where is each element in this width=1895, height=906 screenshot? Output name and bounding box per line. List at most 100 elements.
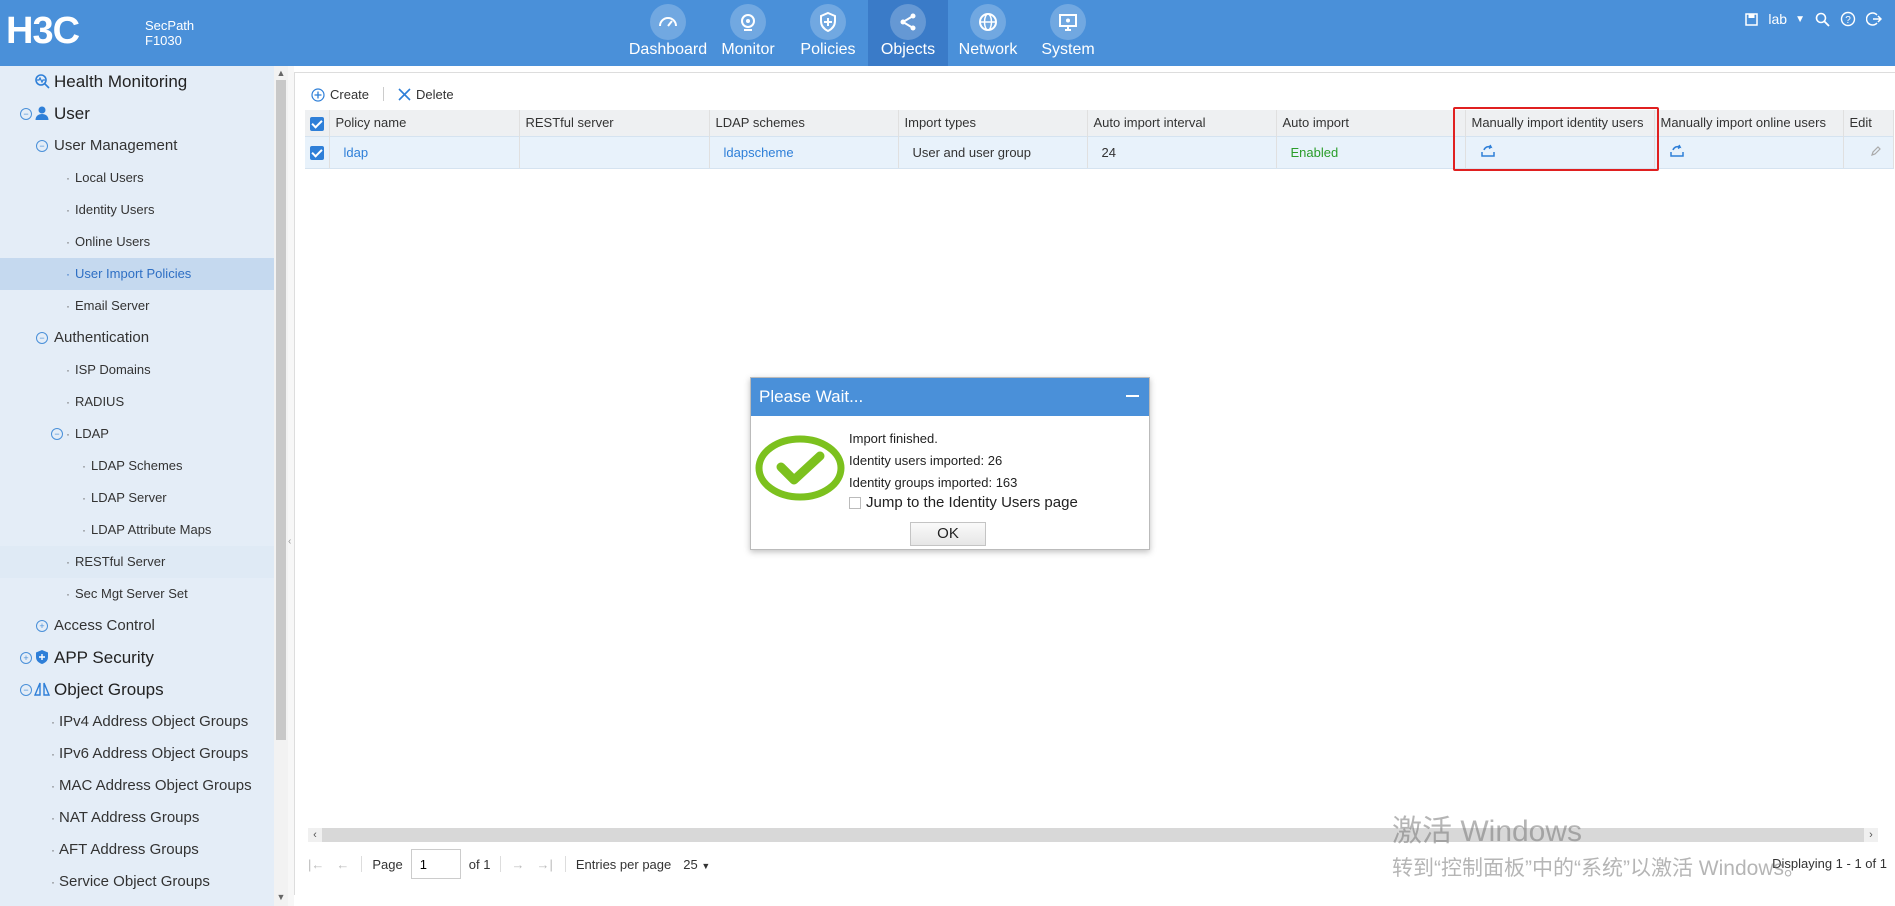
- search-icon[interactable]: [1813, 10, 1831, 28]
- col-auto-import-interval[interactable]: Auto import interval: [1087, 110, 1277, 136]
- sidebar-item-label: Access Control: [54, 617, 155, 634]
- col-import-types[interactable]: Import types: [898, 110, 1088, 136]
- col-manual-import-online[interactable]: Manually import online users: [1654, 110, 1844, 136]
- sidebar-item-ipv4-address-object-groups[interactable]: · IPv4 Address Object Groups: [0, 706, 274, 738]
- nav-system[interactable]: System: [1028, 0, 1108, 66]
- select-all-checkbox[interactable]: [305, 110, 330, 136]
- edit-button[interactable]: [1843, 135, 1894, 169]
- sidebar-item-email-server[interactable]: · Email Server: [0, 290, 274, 322]
- sidebar-scrollbar[interactable]: ▲ ▼: [274, 66, 288, 906]
- chevron-down-icon[interactable]: ▼: [1795, 14, 1805, 25]
- objects-icon: [900, 13, 916, 31]
- sidebar-item-nat-address-groups[interactable]: · NAT Address Groups: [0, 802, 274, 834]
- jump-to-identity-users-checkbox[interactable]: Jump to the Identity Users page: [849, 492, 1078, 514]
- sidebar-item-health-monitoring[interactable]: Health Monitoring: [0, 66, 274, 98]
- collapse-icon[interactable]: −: [36, 140, 48, 152]
- sidebar-item-label: AFT Address Groups: [59, 841, 199, 858]
- bullet-icon: ·: [82, 523, 86, 537]
- sidebar-item-label: RESTful Server: [75, 554, 166, 569]
- collapse-icon[interactable]: −: [20, 108, 32, 120]
- logout-icon[interactable]: [1865, 10, 1883, 28]
- object-groups-icon: [34, 682, 50, 696]
- expand-icon[interactable]: +: [20, 652, 32, 664]
- last-page-icon[interactable]: →|: [536, 857, 552, 872]
- user-name[interactable]: lab: [1768, 11, 1787, 27]
- nav-network[interactable]: Network: [948, 0, 1028, 66]
- dialog-header: Please Wait...: [751, 378, 1149, 416]
- help-icon[interactable]: ?: [1839, 10, 1857, 28]
- sidebar-item-user[interactable]: − User: [0, 98, 274, 130]
- product-name: SecPath F1030: [145, 18, 194, 48]
- row-checkbox[interactable]: [305, 135, 330, 169]
- import-icon: [1669, 144, 1684, 157]
- sidebar-item-local-users[interactable]: · Local Users: [0, 162, 274, 194]
- bullet-icon: ·: [66, 267, 70, 281]
- nav-monitor[interactable]: Monitor: [708, 0, 788, 66]
- expand-icon[interactable]: +: [36, 620, 48, 632]
- nav-objects[interactable]: Objects: [868, 0, 948, 66]
- policy-name-link[interactable]: ldap: [329, 135, 520, 169]
- sidebar-item-ldap[interactable]: − · LDAP: [0, 418, 274, 450]
- sidebar-item-object-groups[interactable]: − Object Groups: [0, 674, 274, 706]
- shield-icon: [820, 11, 836, 33]
- sidebar-item-ldap-attribute-maps[interactable]: · LDAP Attribute Maps: [0, 514, 274, 546]
- sidebar-item-app-security[interactable]: + APP Security: [0, 642, 274, 674]
- ldap-scheme-link[interactable]: ldapscheme: [709, 135, 899, 169]
- collapse-icon[interactable]: −: [36, 332, 48, 344]
- sidebar-item-online-users[interactable]: · Online Users: [0, 226, 274, 258]
- sidebar-item-label: Object Groups: [54, 680, 164, 699]
- interval-cell: 24: [1087, 135, 1277, 169]
- bullet-icon: ·: [66, 299, 70, 313]
- sidebar-item-mac-address-object-groups[interactable]: · MAC Address Object Groups: [0, 770, 274, 802]
- sidebar-item-authentication[interactable]: − Authentication: [0, 322, 274, 354]
- sidebar-item-ldap-server[interactable]: · LDAP Server: [0, 482, 274, 514]
- entries-select[interactable]: 25 ▼: [683, 857, 710, 872]
- sidebar-item-identity-users[interactable]: · Identity Users: [0, 194, 274, 226]
- main-nav: Dashboard Monitor Policies Objects Netwo…: [628, 0, 1108, 66]
- sidebar-item-radius[interactable]: · RADIUS: [0, 386, 274, 418]
- sidebar-item-service-object-groups[interactable]: · Service Object Groups: [0, 866, 274, 898]
- next-page-icon[interactable]: →: [511, 857, 524, 872]
- svg-text:H3C: H3C: [6, 12, 80, 48]
- prev-page-icon[interactable]: ←: [336, 857, 349, 872]
- plus-circle-icon: [311, 87, 325, 102]
- sidebar-item-ipv6-address-object-groups[interactable]: · IPv6 Address Object Groups: [0, 738, 274, 770]
- sidebar-item-user-management[interactable]: − User Management: [0, 130, 274, 162]
- ok-button[interactable]: OK: [910, 522, 986, 546]
- sidebar-item-label: Identity Users: [75, 202, 155, 217]
- col-auto-import[interactable]: Auto import: [1276, 110, 1466, 136]
- scroll-down-icon[interactable]: ▼: [276, 892, 286, 902]
- nav-dashboard[interactable]: Dashboard: [628, 0, 708, 66]
- col-edit[interactable]: Edit: [1843, 110, 1894, 136]
- scroll-right-icon[interactable]: ›: [1864, 828, 1878, 842]
- save-icon[interactable]: [1742, 10, 1760, 28]
- scroll-left-icon[interactable]: ‹: [308, 828, 322, 842]
- nav-policies[interactable]: Policies: [788, 0, 868, 66]
- health-icon: [35, 74, 50, 89]
- col-ldap-schemes[interactable]: LDAP schemes: [709, 110, 899, 136]
- table-horizontal-scrollbar[interactable]: ‹ ›: [308, 828, 1878, 842]
- toolbar: Create Delete: [311, 87, 454, 102]
- sidebar-item-restful-server[interactable]: · RESTful Server: [0, 546, 274, 578]
- col-policy-name[interactable]: Policy name: [329, 110, 520, 136]
- pager-divider: [500, 856, 502, 872]
- page-input[interactable]: [410, 849, 461, 879]
- sidebar-item-sec-mgt-server-set[interactable]: · Sec Mgt Server Set: [0, 578, 274, 610]
- create-button[interactable]: Create: [311, 87, 369, 102]
- collapse-icon[interactable]: −: [51, 428, 63, 440]
- delete-button[interactable]: Delete: [398, 87, 454, 102]
- sidebar-item-label: Local Users: [75, 170, 144, 185]
- sidebar-item-isp-domains[interactable]: · ISP Domains: [0, 354, 274, 386]
- manual-import-online-button[interactable]: [1654, 135, 1844, 169]
- sidebar-item-label: IPv6 Address Object Groups: [59, 745, 249, 762]
- minimize-icon[interactable]: [1126, 395, 1139, 397]
- first-page-icon[interactable]: |←: [308, 857, 324, 872]
- scroll-up-icon[interactable]: ▲: [276, 68, 286, 78]
- col-restful-server[interactable]: RESTful server: [519, 110, 710, 136]
- sidebar-item-aft-address-groups[interactable]: · AFT Address Groups: [0, 834, 274, 866]
- sidebar-item-ldap-schemes[interactable]: · LDAP Schemes: [0, 450, 274, 482]
- scroll-thumb[interactable]: [276, 80, 286, 740]
- sidebar-item-user-import-policies[interactable]: · User Import Policies: [0, 258, 274, 290]
- collapse-icon[interactable]: −: [20, 684, 32, 696]
- sidebar-item-access-control[interactable]: + Access Control: [0, 610, 274, 642]
